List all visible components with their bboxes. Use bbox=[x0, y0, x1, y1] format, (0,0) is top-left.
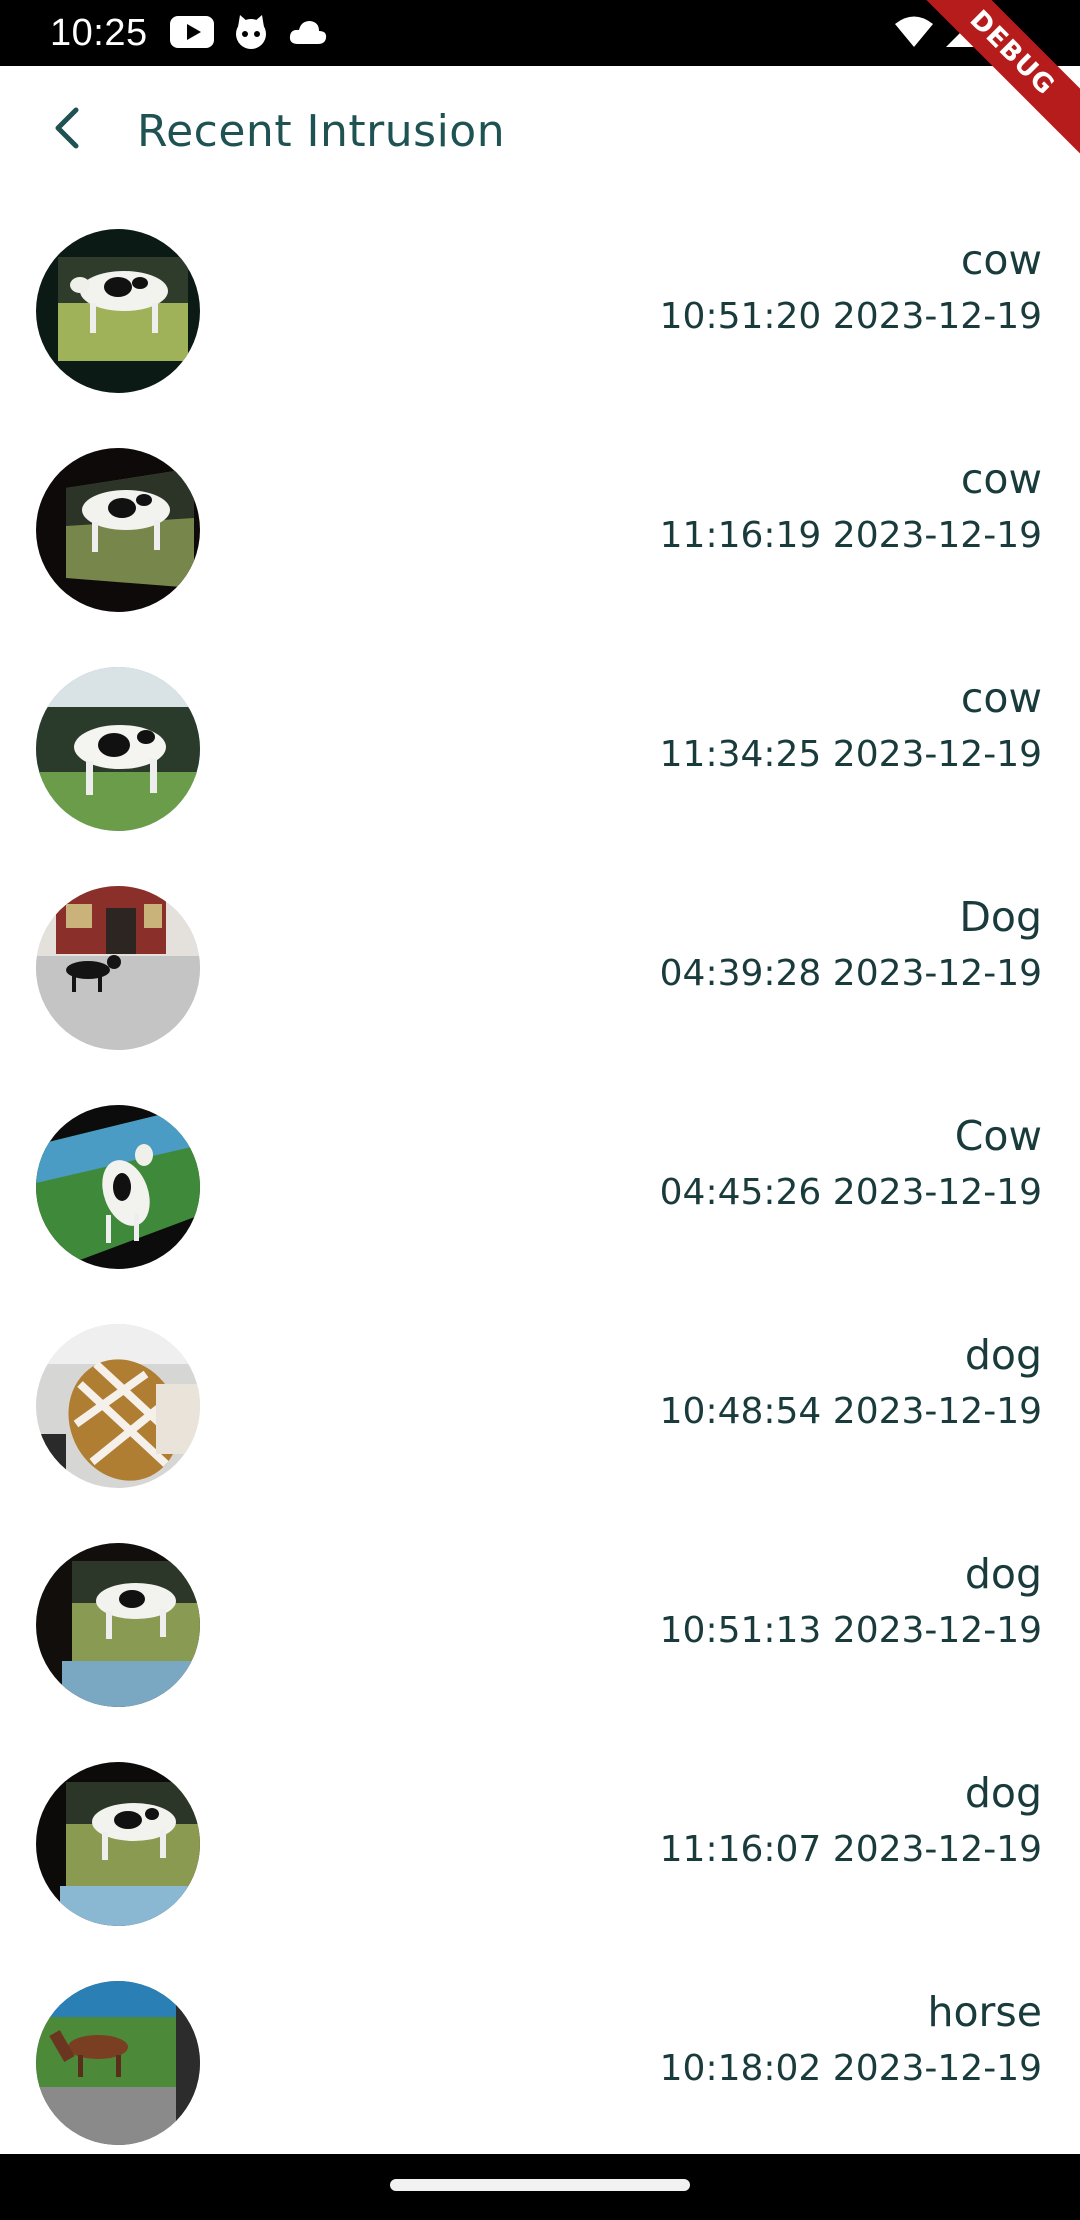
youtube-icon bbox=[170, 15, 214, 53]
intrusion-info: dog 11:16:07 2023-12-19 bbox=[660, 1765, 1042, 1879]
intrusion-label: dog bbox=[964, 1769, 1042, 1817]
intrusion-thumbnail bbox=[36, 1981, 200, 2145]
intrusion-time: 10:48:54 2023-12-19 bbox=[659, 1391, 1042, 1432]
intrusion-time: 10:18:02 2023-12-19 bbox=[659, 2048, 1042, 2089]
status-time: 10:25 bbox=[50, 12, 148, 54]
status-bar: 10:25 bbox=[0, 0, 1080, 66]
intrusion-label: cow bbox=[960, 455, 1042, 503]
list-item[interactable]: dog 11:16:07 2023-12-19 bbox=[0, 1735, 1080, 1954]
intrusion-info: horse 10:18:02 2023-12-19 bbox=[660, 1984, 1042, 2098]
page-title: Recent Intrusion bbox=[137, 106, 506, 157]
intrusion-time: 11:16:19 2023-12-19 bbox=[659, 515, 1042, 556]
list-item[interactable]: dog 10:51:13 2023-12-19 bbox=[0, 1516, 1080, 1735]
intrusion-label: dog bbox=[964, 1331, 1042, 1379]
wifi-icon bbox=[894, 15, 934, 54]
intrusion-info: cow 11:34:25 2023-12-19 bbox=[660, 670, 1042, 784]
intrusion-time: 11:34:25 2023-12-19 bbox=[659, 734, 1042, 775]
status-icons-left bbox=[170, 14, 328, 54]
list-item[interactable]: cow 11:34:25 2023-12-19 bbox=[0, 640, 1080, 859]
intrusion-thumbnail bbox=[36, 229, 200, 393]
list-item[interactable]: dog 10:48:54 2023-12-19 bbox=[0, 1297, 1080, 1516]
intrusion-info: Cow 04:45:26 2023-12-19 bbox=[660, 1108, 1042, 1222]
intrusion-thumbnail bbox=[36, 1105, 200, 1269]
app-bar: Recent Intrusion bbox=[0, 66, 1080, 202]
intrusion-info: cow 11:16:19 2023-12-19 bbox=[660, 451, 1042, 565]
intrusion-time: 04:45:26 2023-12-19 bbox=[659, 1172, 1042, 1213]
back-button[interactable] bbox=[38, 100, 98, 160]
intrusion-info: Dog 04:39:28 2023-12-19 bbox=[660, 889, 1042, 1003]
intrusion-list: cow 10:51:20 2023-12-19 cow 11:16:19 202… bbox=[0, 202, 1080, 2173]
intrusion-label: Dog bbox=[959, 893, 1042, 941]
intrusion-thumbnail bbox=[36, 448, 200, 612]
list-item[interactable]: Dog 04:39:28 2023-12-19 bbox=[0, 859, 1080, 1078]
list-item[interactable]: cow 10:51:20 2023-12-19 bbox=[0, 202, 1080, 421]
list-item[interactable]: horse 10:18:02 2023-12-19 bbox=[0, 1954, 1080, 2173]
list-item[interactable]: cow 11:16:19 2023-12-19 bbox=[0, 421, 1080, 640]
home-handle[interactable] bbox=[390, 2179, 690, 2191]
intrusion-thumbnail bbox=[36, 1324, 200, 1488]
cat-icon bbox=[232, 13, 270, 56]
chevron-left-icon bbox=[50, 106, 86, 155]
intrusion-thumbnail bbox=[36, 667, 200, 831]
intrusion-thumbnail bbox=[36, 886, 200, 1050]
intrusion-time: 10:51:20 2023-12-19 bbox=[659, 296, 1042, 337]
list-item[interactable]: Cow 04:45:26 2023-12-19 bbox=[0, 1078, 1080, 1297]
navigation-bar bbox=[0, 2154, 1080, 2220]
intrusion-label: horse bbox=[927, 1988, 1042, 2036]
intrusion-label: cow bbox=[960, 674, 1042, 722]
intrusion-info: cow 10:51:20 2023-12-19 bbox=[660, 232, 1042, 346]
intrusion-label: cow bbox=[960, 236, 1042, 284]
intrusion-thumbnail bbox=[36, 1543, 200, 1707]
intrusion-time: 04:39:28 2023-12-19 bbox=[659, 953, 1042, 994]
intrusion-info: dog 10:51:13 2023-12-19 bbox=[660, 1546, 1042, 1660]
intrusion-time: 11:16:07 2023-12-19 bbox=[659, 1829, 1042, 1870]
cloud-icon bbox=[288, 18, 328, 51]
intrusion-info: dog 10:48:54 2023-12-19 bbox=[660, 1327, 1042, 1441]
intrusion-time: 10:51:13 2023-12-19 bbox=[659, 1610, 1042, 1651]
intrusion-label: dog bbox=[964, 1550, 1042, 1598]
intrusion-label: Cow bbox=[954, 1112, 1042, 1160]
intrusion-thumbnail bbox=[36, 1762, 200, 1926]
